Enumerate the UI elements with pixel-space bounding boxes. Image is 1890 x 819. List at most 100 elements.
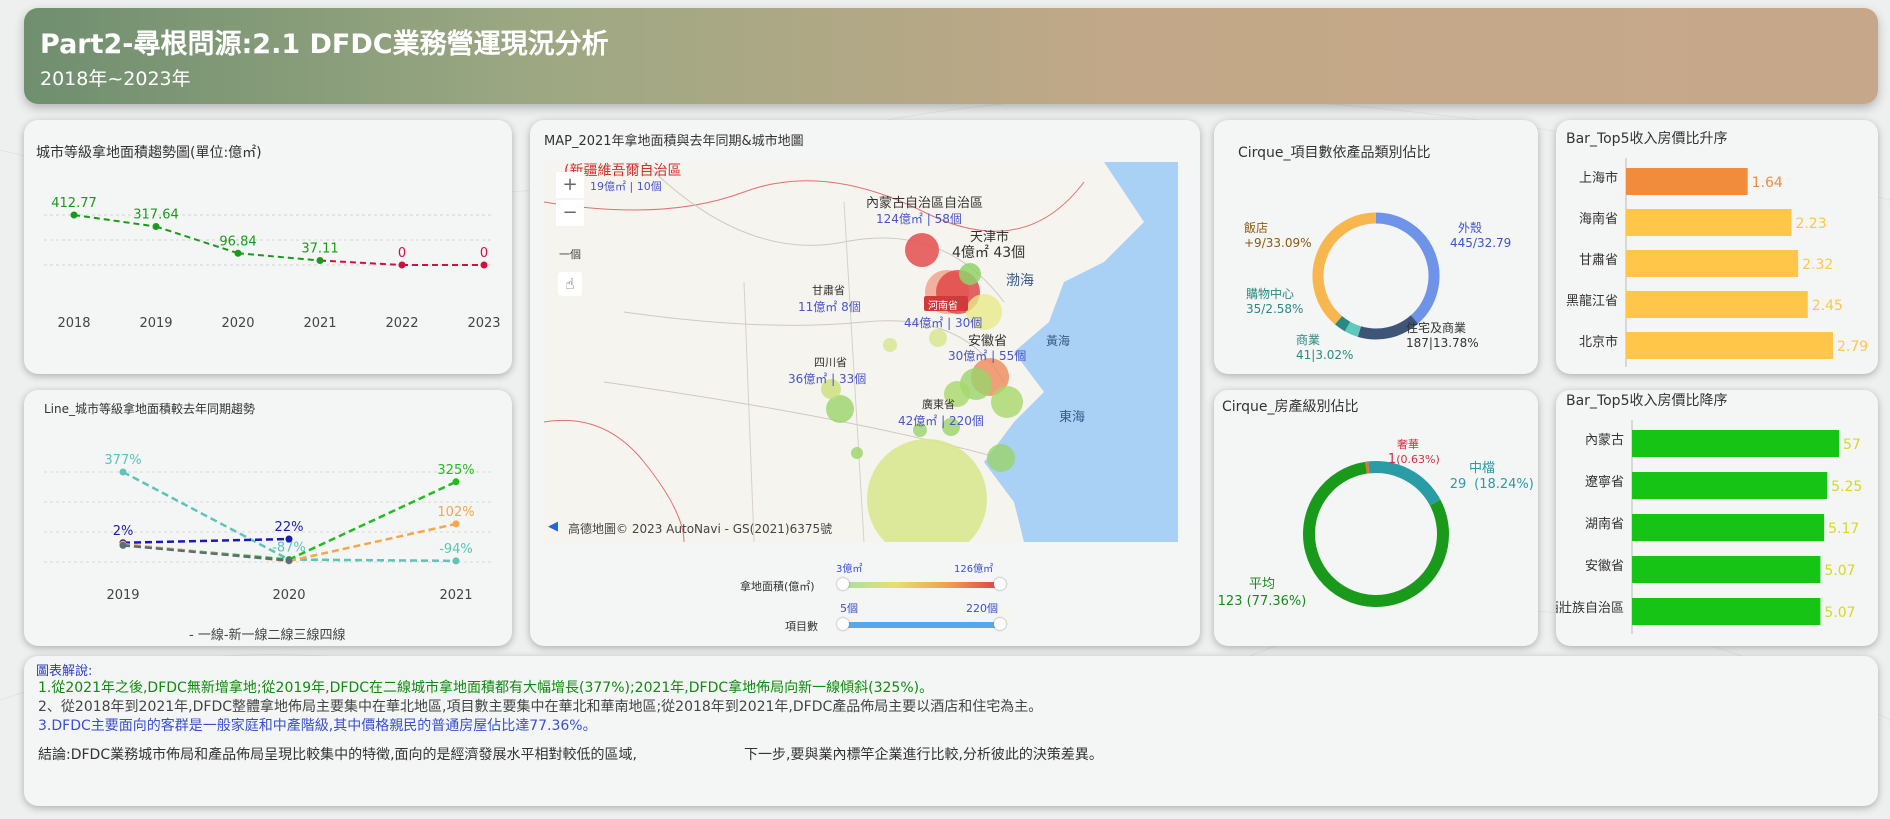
notes-conclusion: 結論:DFDC業務城市佈局和產品佈局呈現比較集中的特徵,面向的是經濟發展水平相對… — [38, 747, 638, 763]
trend-x-tick: 2019 — [139, 316, 172, 331]
count-legend-slider[interactable] — [843, 622, 1000, 628]
asc-value-label: 2.23 — [1795, 216, 1826, 232]
region-value-sichuan: 36億㎡ | 33個 — [788, 372, 867, 386]
asc-bar-chart: 上海市 1.64 海南省 2.23 甘肅省 2.32 黑龍江省 2.45 北京市 2.79 — [1566, 158, 1868, 367]
asc-category-label: 黑龍江省 — [1566, 293, 1618, 309]
yoy-chart: 377%-87% -94%2% 22%325%102%2019 2020 2021 — [44, 453, 494, 603]
area-legend-label: 拿地面積(億㎡) — [740, 580, 815, 593]
desc-category-label: 湖南省 — [1585, 516, 1624, 532]
asc-bar — [1626, 168, 1748, 195]
bubble-chongqing[interactable] — [826, 395, 854, 423]
desc-value-label: 5.17 — [1828, 521, 1859, 537]
yoy-x-tick: 2019 — [106, 588, 139, 603]
map-svg — [544, 162, 1178, 542]
category-value-label: 445/32.79 — [1450, 236, 1511, 250]
map-card-title: MAP_2021年拿地面積與去年同期&城市地圖 — [544, 134, 804, 149]
asc-category-label: 上海市 — [1579, 170, 1618, 186]
notes-next-step: 下一步,要與業內標竿企業進行比較,分析彼此的決策差異。 — [744, 747, 1103, 763]
yoy-point — [452, 478, 460, 486]
yoy-value-label: 2% — [113, 524, 134, 539]
desc-bar — [1632, 472, 1828, 499]
bubble-fujian[interactable] — [987, 444, 1015, 472]
level-card: Cirque_房產級別佔比 奢華 1 (0.63%) 中檔 29 (18.24%) 平均 12… — [1214, 390, 1538, 646]
yoy-x-tick: 2020 — [272, 588, 305, 603]
level-slice — [1368, 461, 1441, 506]
category-name-label: 商業 — [1296, 332, 1320, 347]
level-donut: 奢華1 (0.63%) 中檔29 (18.24%) 平均 123 (77.36%) — [1218, 437, 1534, 609]
area-slider-handle-min[interactable] — [837, 578, 849, 590]
pointer-icon[interactable]: ☝ — [558, 272, 582, 296]
region-label-henan: 河南省 — [928, 301, 958, 312]
page-subtitle: 2018年~2023年 — [40, 68, 191, 90]
asc-bar-card: Bar_Top5收入房價比升序 上海市 1.64 海南省 2.23 甘肅省 2.32 黑龍江… — [1556, 120, 1878, 374]
sea-label-yellow: 黃海 — [1046, 334, 1071, 348]
navigation-icon: ◀ — [548, 519, 558, 534]
bubble-zhejiang[interactable] — [991, 386, 1023, 418]
desc-value-label: 57 — [1843, 437, 1861, 453]
category-value-label: 187|13.78% — [1406, 336, 1479, 350]
trend-x-tick: 2021 — [303, 316, 336, 331]
desc-bar — [1632, 556, 1821, 583]
desc-bar — [1632, 514, 1825, 541]
yoy-line-segment — [288, 558, 457, 563]
category-value-label: 41|3.02% — [1296, 348, 1353, 362]
trend-point — [398, 261, 406, 269]
trend-point — [316, 257, 324, 265]
category-slice — [1312, 212, 1377, 325]
zoom-in-button[interactable]: + — [556, 172, 584, 198]
trend-value-label: 96.84 — [219, 234, 256, 249]
level-value-label: 123 (77.36%) — [1218, 594, 1307, 609]
map-view[interactable]: (新疆維吾爾自治區 19億㎡ | 10個 內蒙古自治區自治區 124億㎡ | 5… — [544, 162, 1178, 542]
category-slice — [1344, 321, 1362, 337]
trend-value-label: 0 — [398, 246, 406, 261]
bubble-inner-mongolia[interactable] — [905, 233, 939, 267]
bubble-shaanxi[interactable] — [883, 338, 897, 352]
region-value-henan: 44億㎡ | 30個 — [904, 316, 983, 330]
desc-value-label: 5.07 — [1824, 563, 1855, 579]
bubble-tianjin[interactable] — [959, 263, 981, 285]
yoy-x-tick: 2021 — [439, 588, 472, 603]
region-value-guangdong: 42億㎡ | 220個 — [898, 414, 984, 428]
desc-category-label: 廣西壯族自治區 — [1556, 600, 1624, 616]
sea-label-bohai: 渤海 — [1006, 273, 1034, 289]
category-value-label: 35/2.58% — [1246, 302, 1303, 316]
bubble-guizhou[interactable] — [851, 447, 863, 459]
single-mode-button[interactable]: 一個 — [556, 246, 584, 262]
zoom-out-button[interactable]: − — [556, 200, 584, 226]
level-value-label: 1 — [1388, 452, 1396, 467]
trend-point — [234, 249, 242, 257]
level-name-label: 平均 — [1249, 577, 1275, 592]
category-slice — [1334, 315, 1351, 332]
desc-bar — [1632, 598, 1821, 625]
notes-line-2: 2、從2018年到2021年,DFDC整體拿地佈局主要集中在華北地區,項目數主要… — [38, 699, 1043, 715]
bubble-shanxi[interactable] — [929, 329, 947, 347]
trend-value-label: 412.77 — [51, 196, 97, 211]
region-value-inner-mongolia: 124億㎡ | 58個 — [876, 212, 962, 226]
desc-category-label: 遼寧省 — [1585, 474, 1624, 490]
bubble-guangdong[interactable] — [867, 439, 987, 542]
region-label-inner-mongolia: 內蒙古自治區自治區 — [866, 196, 984, 211]
area-slider-handle-max[interactable] — [994, 578, 1006, 590]
region-label-guangdong: 廣東省 — [922, 398, 955, 411]
desc-category-label: 安徽省 — [1585, 559, 1624, 574]
asc-value-label: 2.45 — [1812, 298, 1843, 314]
trend-line-segment — [319, 259, 403, 266]
asc-category-label: 海南省 — [1579, 211, 1618, 227]
count-slider-handle-max[interactable] — [994, 618, 1006, 630]
trend-value-label: 317.64 — [133, 208, 179, 223]
category-name-label: 飯店 — [1244, 220, 1268, 235]
yoy-point — [285, 556, 293, 564]
desc-value-label: 5.07 — [1824, 605, 1855, 621]
yoy-value-label: 22% — [275, 520, 304, 535]
count-slider-handle-min[interactable] — [837, 618, 849, 630]
region-label-sichuan: 四川省 — [814, 356, 847, 369]
region-value-tianjin: 4億㎡ 43個 — [952, 245, 1026, 261]
trend-x-tick: 2020 — [221, 316, 254, 331]
region-label-gansu: 甘肅省 — [812, 284, 845, 297]
yoy-point — [119, 468, 127, 476]
trend-point — [480, 261, 488, 269]
yoy-card: Line_城市等級拿地面積較去年同期趨勢 377% -87% -94% 2% 22% 32… — [24, 390, 512, 646]
area-legend-slider[interactable] — [843, 582, 1000, 588]
page-header: Part2-尋根問源:2.1 DFDC業務營運現況分析 2018年~2023年 — [24, 8, 1878, 104]
count-legend-max: 220個 — [966, 602, 998, 615]
